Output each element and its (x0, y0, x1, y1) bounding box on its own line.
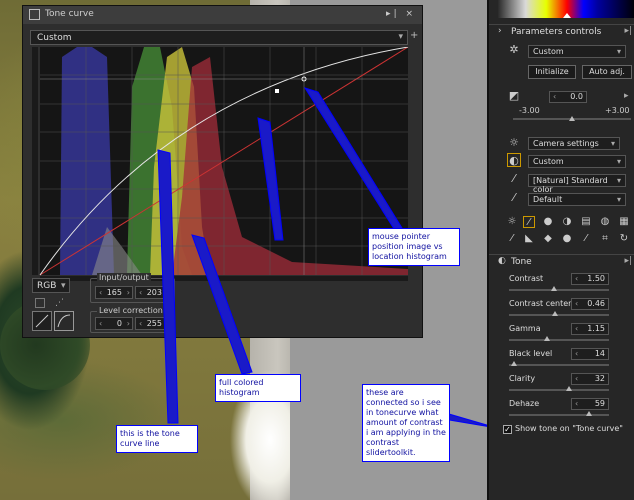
tone-row-spinbox[interactable]: ‹ 14 (571, 348, 609, 360)
tone-row-label: Dehaze (509, 399, 540, 408)
note-mouse-pointer: mouse pointer position image vs location… (368, 228, 460, 266)
arrow-histogram-2 (257, 117, 284, 241)
main-histogram (498, 0, 634, 18)
tone-row-knob[interactable] (586, 411, 592, 416)
tone-curve-tool-icon[interactable]: ⁄ (523, 216, 535, 228)
note-connected: these are connected so i see in tonecurv… (362, 384, 450, 462)
camera-settings-select[interactable]: Camera settings ▾ (528, 137, 620, 150)
tone-row-value: 59 (594, 399, 605, 408)
settings-icon: ✲ (509, 43, 519, 56)
tone-row-knob[interactable] (511, 361, 517, 366)
default-select[interactable]: Default ▾ (528, 193, 626, 206)
parameters-header[interactable]: › Parameters controls ▸| (489, 24, 634, 39)
detail-tool-icon[interactable]: ▤ (580, 216, 592, 228)
sun-icon: ☼ (509, 136, 519, 149)
tone-row-slider[interactable] (509, 339, 609, 341)
chevron-right-icon: › (498, 26, 502, 36)
chevron-down-icon: ▾ (616, 47, 621, 56)
tone-row-spinbox[interactable]: ‹ 59 (571, 398, 609, 410)
chevron-down-icon: ▾ (616, 157, 621, 166)
tone-row-slider[interactable] (509, 414, 609, 416)
parameters-preset-select[interactable]: Custom ▾ (528, 45, 626, 58)
tone-row-slider[interactable] (509, 389, 609, 391)
exposure-value: 0.0 (570, 92, 583, 101)
tone-row-label: Clarity (509, 374, 536, 383)
note-tone-curve-line: this is the tone curve line (116, 425, 198, 453)
exposure-spinbox[interactable]: ‹ 0.0 (549, 91, 587, 103)
exposure-icon: ◩ (508, 89, 520, 102)
picture-style-icon[interactable]: ◐ (507, 153, 521, 167)
custom-value: Custom (533, 157, 564, 166)
tone-row-value: 0.46 (587, 299, 605, 308)
exposure-min: -3.00 (519, 106, 540, 115)
tone-row-spinbox[interactable]: ‹ 1.50 (571, 273, 609, 285)
color-tool-icon[interactable]: ● (542, 216, 554, 228)
rotate-tool-icon[interactable]: ↻ (618, 233, 630, 245)
tone-row-value: 14 (594, 349, 605, 358)
pen-tool-icon[interactable]: ⁄ (580, 233, 592, 245)
tone-row-spinbox[interactable]: ‹ 32 (571, 373, 609, 385)
show-tone-option[interactable]: ✓ Show tone on "Tone curve" (503, 424, 631, 436)
lens-tool-icon[interactable]: ◍ (599, 216, 611, 228)
panel-menu-icon[interactable]: ▸| (624, 256, 632, 266)
tone-row-slider[interactable] (509, 289, 609, 291)
arrow-tone-line (157, 149, 179, 424)
fish-tool-icon[interactable]: ◆ (542, 233, 554, 245)
histogram-marker (563, 13, 571, 18)
tone-header[interactable]: ◐ Tone ▸| (489, 254, 634, 269)
exposure-knob[interactable] (569, 116, 575, 121)
chevron-down-icon: ▾ (616, 176, 621, 185)
tone-row-knob[interactable] (544, 336, 550, 341)
tone-row-value: 32 (594, 374, 605, 383)
show-tone-checkbox[interactable]: ✓ (503, 425, 512, 434)
eyedropper-icon: ⁄ (513, 172, 515, 185)
tone-row-slider[interactable] (509, 364, 609, 366)
tone-row-spinbox[interactable]: ‹ 0.46 (571, 298, 609, 310)
arrow-full-histogram (191, 234, 253, 375)
tone-row-spinbox[interactable]: ‹ 1.15 (571, 323, 609, 335)
hsl-tool-icon[interactable]: ◑ (561, 216, 573, 228)
exposure-reset-icon[interactable]: ▸ (624, 91, 629, 101)
crop-tool-icon[interactable]: ⌗ (599, 233, 611, 245)
custom-select[interactable]: Custom ▾ (528, 155, 626, 168)
tone-row-label: Contrast (509, 274, 544, 283)
brush-tool-icon[interactable]: ⁄ (506, 233, 518, 245)
tone-row-label: Gamma (509, 324, 541, 333)
tone-row-knob[interactable] (551, 286, 557, 291)
parameters-title: Parameters controls (511, 27, 602, 37)
stamp-tool-icon[interactable]: ◣ (523, 233, 535, 245)
dust-tool-icon[interactable]: ● (561, 233, 573, 245)
arrow-mouse-pointer (303, 87, 403, 233)
brightness-tool-icon[interactable]: ☼ (506, 216, 518, 228)
tone-row-label: Black level (509, 349, 553, 358)
tone-row-slider[interactable] (509, 314, 609, 316)
picture-style-select[interactable]: [Natural] Standard color ▾ (528, 174, 626, 194)
tone-row-value: 1.50 (587, 274, 605, 283)
tone-row-knob[interactable] (552, 311, 558, 316)
tone-icon: ◐ (498, 256, 506, 266)
picture-style-value: [Natural] Standard color (533, 176, 608, 194)
camera-settings-value: Camera settings (533, 139, 599, 148)
parameters-preset-value: Custom (533, 47, 564, 56)
tone-row-value: 1.15 (587, 324, 605, 333)
show-tone-label: Show tone on "Tone curve" (515, 424, 623, 433)
curve-edit-icon: ⁄ (513, 191, 515, 204)
tone-title: Tone (511, 257, 532, 267)
initialize-button[interactable]: Initialize (528, 65, 576, 79)
note-full-histogram: full colored histogram (215, 374, 301, 402)
chevron-down-icon: ▾ (616, 195, 621, 204)
default-value: Default (533, 195, 563, 204)
chevron-down-icon: ▾ (610, 139, 615, 148)
tone-row-knob[interactable] (566, 386, 572, 391)
auto-adjust-button[interactable]: Auto adj. (582, 65, 632, 79)
panel-menu-icon[interactable]: ▸| (624, 26, 632, 36)
exposure-max: +3.00 (605, 106, 630, 115)
noise-tool-icon[interactable]: ▦ (618, 216, 630, 228)
tone-row-label: Contrast center (509, 299, 572, 308)
